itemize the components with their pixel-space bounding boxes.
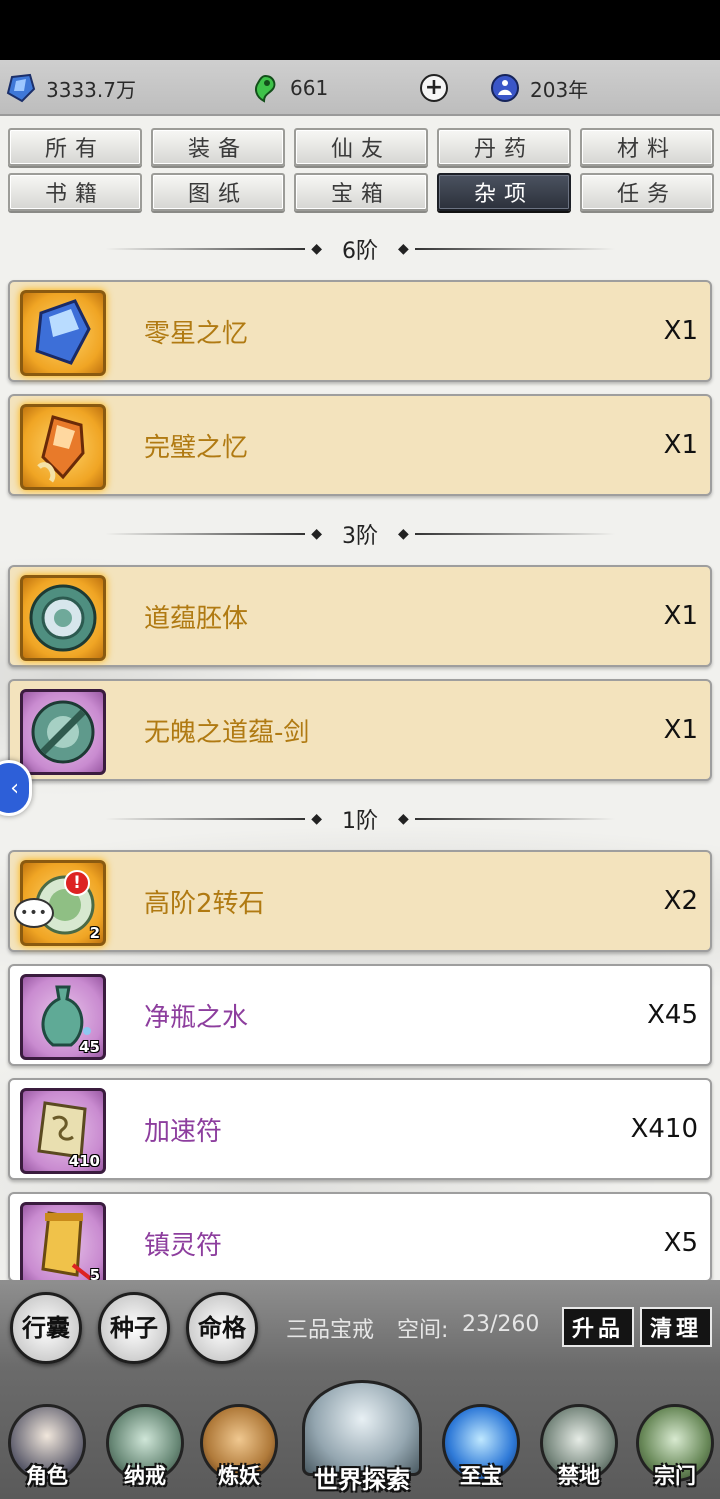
- resource-magatama-value: 661: [290, 76, 329, 100]
- item-count-badge: 410: [68, 1152, 100, 1170]
- item-quantity: X45: [647, 1000, 698, 1030]
- resource-spirit-stone: 3333.7万: [6, 60, 136, 116]
- item-count-badge: 45: [79, 1038, 100, 1056]
- tab-chests[interactable]: 宝箱: [294, 173, 428, 211]
- alert-icon: !: [64, 870, 90, 896]
- item-row[interactable]: 无魄之道蕴-剑 X1: [8, 679, 712, 781]
- nav-label: 宗门: [654, 1463, 696, 1488]
- resource-spirit-stone-value: 3333.7万: [46, 77, 136, 102]
- nav-label: 禁地: [558, 1463, 600, 1488]
- tab-companions[interactable]: 仙友: [294, 128, 428, 166]
- talisman-scroll-icon: 410: [20, 1088, 106, 1174]
- clean-bag-button[interactable]: 清理: [640, 1307, 712, 1347]
- section-label: 3阶: [342, 524, 378, 549]
- item-quantity: X2: [663, 886, 698, 916]
- section-label: 1阶: [342, 809, 378, 834]
- chevron-left-icon: ‹: [10, 775, 19, 801]
- tab-equipment[interactable]: 装备: [151, 128, 285, 166]
- green-magatama-icon: [255, 74, 276, 103]
- nav-label: 世界探索: [314, 1465, 410, 1494]
- crystal-shard-icon: [20, 290, 106, 376]
- section-header-tier1: ◆ 1阶 ◆: [0, 802, 720, 836]
- vase-icon: 45: [20, 974, 106, 1060]
- item-quantity: X1: [663, 430, 698, 460]
- item-name: 镇灵符: [144, 1230, 223, 1261]
- item-quantity: X1: [663, 316, 698, 346]
- bag-button[interactable]: 行囊: [10, 1292, 82, 1364]
- jade-sword-disc-icon: [20, 689, 106, 775]
- nav-forbidden-land[interactable]: 禁地: [538, 1402, 620, 1492]
- item-row[interactable]: 零星之忆 X1: [8, 280, 712, 382]
- item-name: 无魄之道蕴-剑: [144, 717, 310, 748]
- nav-world-explore[interactable]: 世界探索: [288, 1380, 436, 1499]
- jade-disc-icon: [20, 575, 106, 661]
- item-name: 净瓶之水: [144, 1002, 249, 1033]
- fate-button-label: 命格: [198, 1313, 246, 1343]
- add-resource-button[interactable]: +: [420, 74, 448, 102]
- chat-bubble-icon[interactable]: •••: [14, 898, 54, 928]
- item-row[interactable]: 5 镇灵符 X5: [8, 1192, 712, 1288]
- nav-label: 至宝: [460, 1463, 502, 1488]
- tab-all[interactable]: 所有: [8, 128, 142, 166]
- item-name: 完璧之忆: [144, 432, 249, 463]
- item-row[interactable]: 2 ! ••• 高阶2转石 X2: [8, 850, 712, 952]
- seeds-button-label: 种子: [110, 1313, 158, 1343]
- tab-pills[interactable]: 丹药: [437, 128, 571, 166]
- item-count-badge: 2: [89, 924, 100, 942]
- space-label: 空间:: [397, 1318, 449, 1343]
- section-header-tier6: ◆ 6阶 ◆: [0, 232, 720, 266]
- fate-button[interactable]: 命格: [186, 1292, 258, 1364]
- item-row[interactable]: 410 加速符 X410: [8, 1078, 712, 1180]
- nav-beast-refining[interactable]: 炼妖: [198, 1402, 280, 1492]
- item-row[interactable]: 道蕴胚体 X1: [8, 565, 712, 667]
- nav-character[interactable]: 角色: [6, 1402, 88, 1492]
- amber-shard-icon: [20, 404, 106, 490]
- item-row[interactable]: 完璧之忆 X1: [8, 394, 712, 496]
- nav-label: 纳戒: [124, 1463, 166, 1488]
- resource-magatama: 661: [250, 60, 328, 116]
- item-quantity: X5: [663, 1228, 698, 1258]
- blue-crystal-icon: [6, 73, 36, 103]
- item-name: 高阶2转石: [144, 888, 265, 919]
- tab-quests[interactable]: 任务: [580, 173, 714, 211]
- space-value: 23/260: [462, 1312, 540, 1337]
- tab-materials[interactable]: 材料: [580, 128, 714, 166]
- nav-treasure[interactable]: 至宝: [440, 1402, 522, 1492]
- tab-misc[interactable]: 杂项: [437, 173, 571, 211]
- item-name: 加速符: [144, 1116, 223, 1147]
- meditating-figure-icon: [491, 74, 519, 102]
- bag-button-label: 行囊: [22, 1313, 70, 1343]
- item-quantity: X1: [663, 601, 698, 631]
- nav-label: 炼妖: [218, 1463, 260, 1488]
- resource-lifespan-value: 203年: [530, 77, 589, 102]
- ring-name: 三品宝戒: [286, 1318, 375, 1343]
- golden-scroll-icon: 5: [20, 1202, 106, 1288]
- upgrade-ring-button[interactable]: 升品: [562, 1307, 634, 1347]
- tab-blueprints[interactable]: 图纸: [151, 173, 285, 211]
- seeds-button[interactable]: 种子: [98, 1292, 170, 1364]
- status-bar: [0, 0, 720, 60]
- item-name: 零星之忆: [144, 318, 249, 349]
- item-row[interactable]: 45 净瓶之水 X45: [8, 964, 712, 1066]
- nav-sect[interactable]: 宗门: [634, 1402, 716, 1492]
- section-label: 6阶: [342, 239, 378, 264]
- nav-storage-ring[interactable]: 纳戒: [104, 1402, 186, 1492]
- item-name: 道蕴胚体: [144, 603, 249, 634]
- section-header-tier3: ◆ 3阶 ◆: [0, 517, 720, 551]
- tab-books[interactable]: 书籍: [8, 173, 142, 211]
- resource-lifespan: 203年: [490, 60, 588, 116]
- nav-label: 角色: [26, 1463, 68, 1488]
- item-quantity: X1: [663, 715, 698, 745]
- item-quantity: X410: [630, 1114, 698, 1144]
